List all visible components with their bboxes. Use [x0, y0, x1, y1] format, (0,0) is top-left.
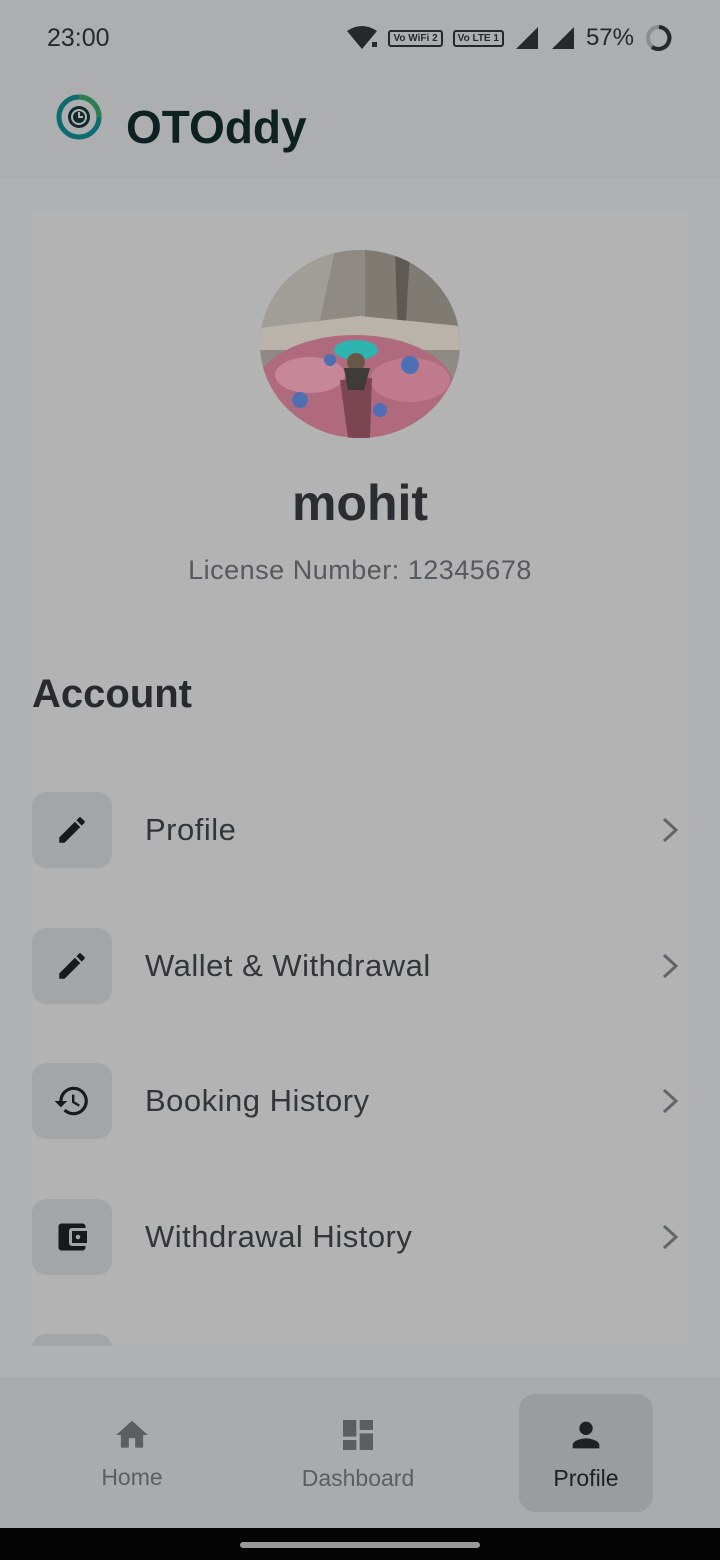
license-number: License Number: 12345678 [188, 555, 532, 585]
wallet-icon [32, 1199, 112, 1275]
pencil-icon [32, 792, 112, 868]
menu-label: Profile [145, 812, 237, 847]
volte-wifi-badge: Vo WiFi 2 [388, 29, 443, 47]
menu-item-withdrawal-history[interactable]: Withdrawal History [32, 1199, 688, 1275]
user-name: mohit [291, 475, 429, 531]
account-section-title: Account [32, 672, 192, 716]
history-icon [32, 1063, 112, 1139]
volte-lte-badge: Vo LTE 1 [452, 29, 504, 47]
home-icon [116, 1420, 148, 1448]
menu-label: Booking History [145, 1083, 370, 1118]
chevron-right-icon [662, 1224, 679, 1250]
menu-label: Withdrawal History [145, 1219, 413, 1254]
menu-item-booking-history[interactable]: Booking History [32, 1063, 688, 1139]
chevron-right-icon [662, 1088, 679, 1114]
nav-dashboard[interactable]: Dashboard [288, 1394, 428, 1512]
home-gesture-handle[interactable] [240, 1542, 480, 1548]
nav-profile[interactable]: Profile [519, 1394, 653, 1512]
app-title: OTOddy [126, 100, 307, 153]
menu-label: Wallet & Withdrawal [145, 948, 431, 983]
menu-item-wallet-withdrawal[interactable]: Wallet & Withdrawal [32, 928, 688, 1004]
wifi-icon [346, 25, 378, 51]
nav-label: Home [101, 1463, 163, 1490]
signal-icon [514, 25, 540, 51]
status-icons: Vo WiFi 2 Vo LTE 1 57% [346, 23, 674, 53]
chevron-right-icon [662, 817, 679, 843]
battery-percent: 57% [585, 24, 634, 51]
nav-label: Profile [553, 1464, 619, 1491]
menu-item-partial[interactable] [32, 1334, 112, 1346]
app-header: OTOddy [0, 76, 720, 178]
system-nav-bar [0, 1528, 720, 1560]
dashboard-icon [343, 1419, 373, 1450]
speedometer-logo-icon [56, 94, 102, 140]
avatar[interactable] [260, 250, 460, 438]
status-bar: 23:00 Vo WiFi 2 Vo LTE 1 57% [0, 0, 720, 76]
profile-content: mohit License Number: 12345678 Account P… [32, 212, 688, 1346]
status-time: 23:00 [47, 23, 110, 52]
nav-label: Dashboard [301, 1464, 415, 1491]
signal-icon-2 [550, 25, 576, 51]
bottom-navigation: Home Dashboard Profile [0, 1378, 720, 1528]
nav-home[interactable]: Home [64, 1394, 200, 1512]
chevron-right-icon [662, 953, 679, 979]
pencil-icon [32, 928, 112, 1004]
battery-ring-icon [644, 23, 674, 53]
person-icon [572, 1421, 600, 1448]
menu-item-profile[interactable]: Profile [32, 792, 688, 868]
